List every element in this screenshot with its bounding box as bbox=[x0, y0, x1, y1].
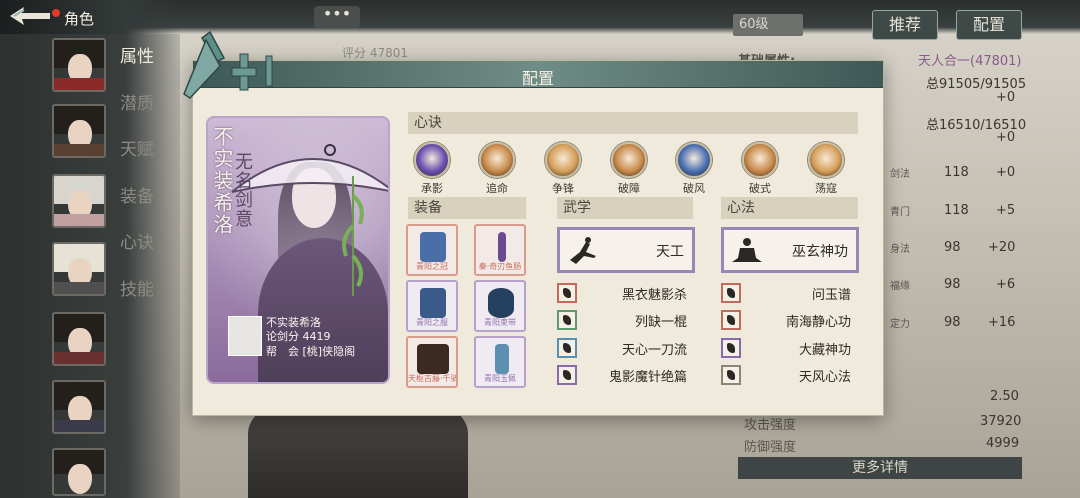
side-nav: 属性 潜质 天赋 装备 心诀 技能 bbox=[120, 40, 176, 319]
character-avatar[interactable] bbox=[52, 174, 106, 228]
equipment-slot[interactable]: 天枢古藤·千骑 bbox=[406, 336, 458, 388]
martial-figure-icon bbox=[570, 237, 596, 264]
defense-label: 防御强度 bbox=[744, 440, 797, 455]
character-avatar[interactable] bbox=[52, 104, 106, 158]
chat-button[interactable]: ••• bbox=[314, 6, 360, 28]
stat-value: 98 bbox=[944, 277, 961, 292]
xinjue-icon[interactable] bbox=[479, 142, 515, 178]
back-arrow-icon bbox=[10, 7, 50, 25]
attack-label: 攻击强度 bbox=[744, 418, 797, 433]
hp-bonus: +0 bbox=[996, 90, 1016, 105]
stat-name: 青门 bbox=[890, 207, 910, 218]
nav-heart-art[interactable]: 心诀 bbox=[120, 226, 176, 273]
score-text: 评分 47801 bbox=[342, 46, 408, 60]
xinjue-icon[interactable] bbox=[414, 142, 450, 178]
character-info: 不实装希洛 论剑分 4419 帮 会 [桃]侠隐阁 bbox=[228, 316, 378, 362]
character-name: 不实装希洛 bbox=[210, 126, 234, 236]
section-equipment: 装备 bbox=[408, 197, 526, 219]
nav-attributes[interactable]: 属性 bbox=[120, 40, 176, 87]
character-avatar[interactable] bbox=[52, 312, 106, 366]
stat-name: 福缘 bbox=[890, 281, 910, 292]
page-title: 角色 bbox=[64, 10, 95, 28]
stat-value: 118 bbox=[944, 165, 969, 180]
character-avatar[interactable] bbox=[52, 448, 106, 496]
character-avatar[interactable] bbox=[52, 38, 106, 92]
equipment-slot[interactable]: 青阳之服 bbox=[406, 280, 458, 332]
level-badge: 60级 bbox=[733, 14, 803, 36]
recommend-button[interactable]: 推荐 bbox=[872, 10, 938, 40]
stat-bonus: +20 bbox=[988, 240, 1016, 255]
config-button[interactable]: 配置 bbox=[956, 10, 1022, 40]
notification-dot bbox=[52, 9, 60, 17]
info-score: 论剑分 4419 bbox=[266, 330, 331, 343]
xinjue-label: 承影 bbox=[421, 182, 443, 195]
xinjue-icon[interactable] bbox=[611, 142, 647, 178]
more-details-button[interactable]: 更多详情 bbox=[738, 457, 1022, 479]
dialog-header: 配置 bbox=[193, 61, 883, 88]
method-item[interactable]: 南海静心功 bbox=[721, 310, 859, 330]
section-xinjue: 心诀 bbox=[408, 112, 858, 134]
stat-bonus: +16 bbox=[988, 315, 1016, 330]
dialog-title: 配置 bbox=[521, 69, 554, 88]
attack-value: 37920 bbox=[980, 414, 1022, 429]
nav-potential[interactable]: 潜质 bbox=[120, 87, 176, 134]
method-main-name: 巫玄神功 bbox=[792, 244, 848, 260]
bamboo-leaf-icon bbox=[342, 176, 364, 296]
crit-value: 2.50 bbox=[990, 389, 1019, 404]
martial-main-name: 天工 bbox=[656, 244, 684, 260]
stat-bonus: +6 bbox=[996, 277, 1016, 292]
character-title: 无名剑意 bbox=[232, 152, 253, 228]
stat-name: 定力 bbox=[890, 319, 910, 330]
xinjue-label: 争锋 bbox=[552, 182, 574, 195]
nav-skills[interactable]: 技能 bbox=[120, 273, 176, 320]
martial-item[interactable]: 列缺一棍 bbox=[557, 310, 695, 330]
stat-name: 身法 bbox=[890, 244, 910, 255]
stat-name: 剑法 bbox=[890, 169, 910, 180]
martial-item[interactable]: 黑衣魅影杀 bbox=[557, 283, 695, 303]
xinjue-icon[interactable] bbox=[742, 142, 778, 178]
xinjue-label: 破障 bbox=[618, 182, 640, 195]
stat-bonus: +5 bbox=[996, 203, 1016, 218]
back-button[interactable]: 角色 bbox=[0, 0, 180, 34]
section-martial: 武学 bbox=[557, 197, 693, 219]
method-main-card[interactable]: 巫玄神功 bbox=[721, 227, 859, 273]
xinjue-icon[interactable] bbox=[545, 142, 581, 178]
xinjue-label: 追命 bbox=[486, 182, 508, 195]
mp-bonus: +0 bbox=[996, 130, 1016, 145]
meditation-figure-icon bbox=[732, 238, 762, 262]
equipment-slot[interactable]: 青阳玉佩 bbox=[474, 336, 526, 388]
stat-value: 98 bbox=[944, 315, 961, 330]
xinjue-label: 破风 bbox=[683, 182, 705, 195]
realm-text: 天人合一(47801) bbox=[918, 54, 1022, 69]
info-guild: 帮 会 [桃]侠隐阁 bbox=[266, 345, 356, 358]
martial-main-card[interactable]: 天工 bbox=[557, 227, 695, 273]
xinjue-icon[interactable] bbox=[808, 142, 844, 178]
nav-equipment[interactable]: 装备 bbox=[120, 180, 176, 227]
xinjue-label: 破式 bbox=[749, 182, 771, 195]
nav-talent[interactable]: 天赋 bbox=[120, 133, 176, 180]
character-avatar[interactable] bbox=[52, 380, 106, 434]
stat-value: 118 bbox=[944, 203, 969, 218]
martial-item[interactable]: 鬼影魔针绝篇 bbox=[557, 365, 695, 385]
section-method: 心法 bbox=[721, 197, 858, 219]
martial-item[interactable]: 天心一刀流 bbox=[557, 338, 695, 358]
defense-value: 4999 bbox=[986, 436, 1020, 451]
stat-bonus: +0 bbox=[996, 165, 1016, 180]
stat-value: 98 bbox=[944, 240, 961, 255]
sword-ornament-icon bbox=[183, 30, 273, 99]
equipment-slot[interactable]: 青阳束带 bbox=[474, 280, 526, 332]
xinjue-label: 荡寇 bbox=[815, 182, 837, 195]
method-item[interactable]: 大藏神功 bbox=[721, 338, 859, 358]
equipment-slot[interactable]: 青阳之冠 bbox=[406, 224, 458, 276]
equipment-slot[interactable]: 秦·奇刃鱼肠 bbox=[474, 224, 526, 276]
method-item[interactable]: 问玉谱 bbox=[721, 283, 859, 303]
character-avatar[interactable] bbox=[52, 242, 106, 296]
character-thumbnail bbox=[228, 316, 262, 356]
xinjue-icon[interactable] bbox=[676, 142, 712, 178]
method-item[interactable]: 天风心法 bbox=[721, 365, 859, 385]
